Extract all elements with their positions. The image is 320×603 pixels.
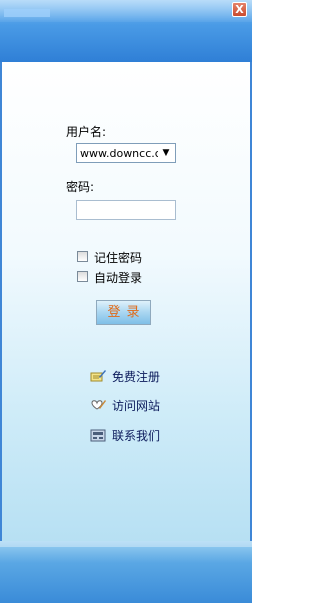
chevron-down-icon[interactable]: ▼ [158, 145, 174, 161]
remember-password-checkbox[interactable] [77, 251, 88, 262]
username-value: www.downcc.c [80, 147, 158, 160]
close-button[interactable]: X [232, 2, 247, 17]
password-field[interactable] [76, 200, 176, 220]
visit-site-link-label[interactable]: 访问网站 [112, 397, 160, 414]
title-bar: X [0, 0, 252, 62]
auto-login-label[interactable]: 自动登录 [94, 269, 142, 286]
username-label: 用户名: [66, 125, 107, 139]
username-combobox[interactable]: www.downcc.c ▼ [76, 143, 176, 163]
password-label: 密码: [66, 180, 95, 194]
register-icon [90, 368, 106, 384]
heart-pen-icon [90, 397, 106, 413]
auto-login-checkbox[interactable] [77, 271, 88, 282]
register-link-label[interactable]: 免费注册 [112, 368, 160, 385]
remember-password-label[interactable]: 记住密码 [94, 249, 142, 266]
login-button[interactable]: 登录 [96, 300, 151, 325]
contact-icon [90, 427, 106, 443]
title-logo [4, 9, 50, 17]
bottom-bar [0, 541, 252, 603]
contact-us-link-label[interactable]: 联系我们 [112, 427, 160, 444]
